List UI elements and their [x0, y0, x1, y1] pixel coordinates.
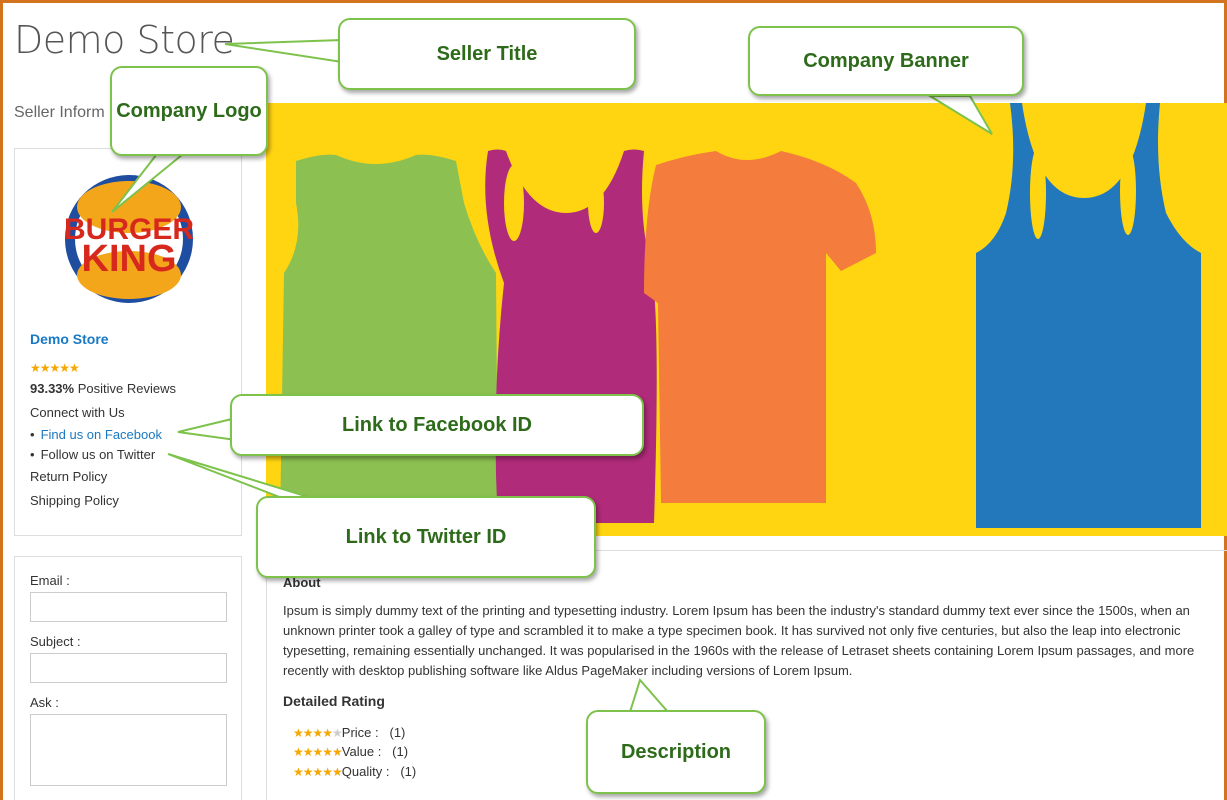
callout-seller-title: Seller Title	[338, 18, 636, 90]
detailed-rating-heading: Detailed Rating	[283, 693, 385, 709]
value-count: (1)	[392, 744, 409, 759]
price-rating-stars: ★★★★★	[293, 726, 343, 740]
seller-name-link[interactable]: Demo Store	[30, 331, 109, 347]
facebook-link[interactable]: Find us on Facebook	[41, 427, 162, 442]
quality-rating-stars: ★★★★★	[293, 765, 343, 779]
shipping-policy-link[interactable]: Shipping Policy	[30, 493, 119, 508]
subject-field[interactable]	[30, 653, 227, 683]
social-item-twitter: Follow us on Twitter	[30, 445, 162, 465]
contact-seller-form: Email : Subject : Ask :	[14, 556, 242, 800]
positive-percentage: 93.33%	[30, 381, 75, 396]
callout-twitter: Link to Twitter ID	[256, 496, 596, 578]
social-item-facebook: Find us on Facebook	[30, 425, 162, 445]
page-title: Demo Store	[14, 18, 235, 62]
seller-information-heading: Seller Inform	[14, 104, 105, 121]
quality-label: Quality :	[341, 764, 390, 779]
return-policy-link[interactable]: Return Policy	[30, 469, 107, 484]
ask-textarea[interactable]	[30, 714, 227, 786]
email-label: Email :	[30, 573, 70, 588]
rating-row-price: ★★★★★Price : (1)	[293, 725, 405, 740]
company-banner	[266, 103, 1227, 536]
value-label: Value :	[341, 744, 382, 759]
tshirts-banner-image	[280, 103, 1201, 528]
callout-company-banner: Company Banner	[748, 26, 1024, 96]
connect-label: Connect with Us	[30, 405, 125, 420]
ask-label: Ask :	[30, 695, 59, 710]
rating-row-quality: ★★★★★Quality : (1)	[293, 764, 416, 779]
value-rating-stars: ★★★★★	[293, 745, 343, 759]
orange-tshirt-shape	[644, 151, 876, 503]
subject-label: Subject :	[30, 634, 81, 649]
positive-reviews-label: Positive Reviews	[77, 381, 176, 396]
seller-rating-stars: ★★★★★	[30, 361, 80, 375]
price-count: (1)	[389, 725, 406, 740]
price-label: Price :	[341, 725, 379, 740]
rating-row-value: ★★★★★Value : (1)	[293, 744, 408, 759]
logo-text-bottom: KING	[82, 238, 177, 280]
burger-king-logo-icon: BURGER KING	[57, 167, 201, 311]
email-field[interactable]	[30, 592, 227, 622]
social-links: Find us on Facebook Follow us on Twitter	[30, 425, 162, 465]
positive-reviews: 93.33% Positive Reviews	[30, 381, 176, 396]
callout-company-logo: Company Logo	[110, 66, 268, 156]
seller-card: BURGER KING Demo Store ★★★★★ 93.33% Posi…	[14, 148, 242, 536]
company-logo: BURGER KING	[51, 161, 207, 317]
about-text: Ipsum is simply dummy text of the printi…	[283, 603, 1195, 678]
twitter-link[interactable]: Follow us on Twitter	[41, 447, 156, 462]
callout-description: Description	[586, 710, 766, 794]
blue-tank-top-shape	[976, 103, 1201, 528]
callout-facebook: Link to Facebook ID	[230, 394, 644, 456]
green-tank-top-shape	[280, 154, 498, 523]
quality-count: (1)	[400, 764, 417, 779]
